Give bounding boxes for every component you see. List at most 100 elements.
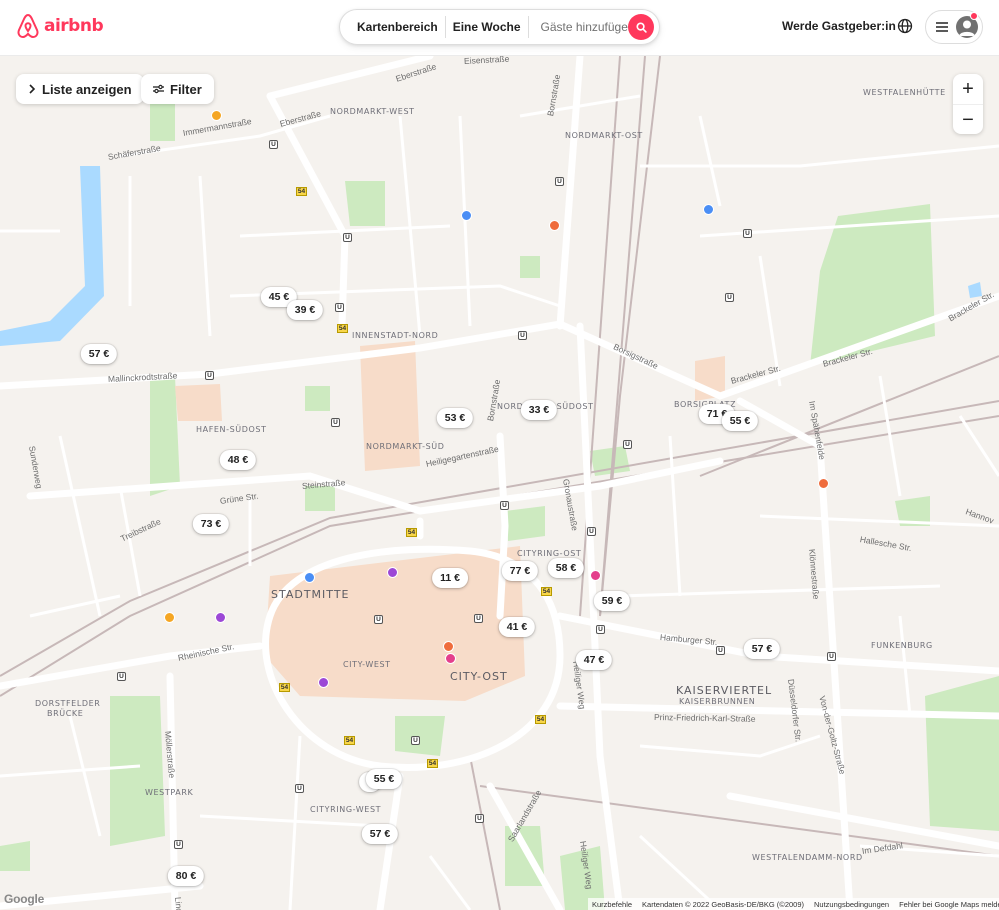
bar-icon[interactable] bbox=[445, 653, 456, 664]
attraction-icon[interactable] bbox=[215, 612, 226, 623]
district-label: KAISERBRUNNEN bbox=[679, 697, 756, 706]
map-area[interactable]: NORDMARKT-WEST NORDMARKT-OST WESTFALENHÜ… bbox=[0, 56, 999, 910]
price-pin[interactable]: 57 € bbox=[361, 824, 399, 844]
attraction-icon[interactable] bbox=[387, 567, 398, 578]
route-shield: 54 bbox=[406, 528, 417, 537]
district-label: CITYRING-OST bbox=[517, 549, 582, 558]
restaurant-icon[interactable] bbox=[818, 478, 829, 489]
price-pin[interactable]: 33 € bbox=[520, 400, 558, 420]
top-header: airbnb Kartenbereich Eine Woche Gäste hi… bbox=[0, 0, 999, 56]
route-shield: 54 bbox=[279, 683, 290, 692]
show-list-label: Liste anzeigen bbox=[42, 81, 132, 97]
ubahn-station-icon[interactable]: U bbox=[518, 331, 527, 340]
ubahn-station-icon[interactable]: U bbox=[596, 625, 605, 634]
district-label: NORDMARKT-WEST bbox=[330, 107, 415, 116]
ubahn-station-icon[interactable]: U bbox=[827, 652, 836, 661]
price-pin[interactable]: 59 € bbox=[593, 591, 631, 611]
district-label: CITY-WEST bbox=[343, 660, 391, 669]
cafe-icon[interactable] bbox=[211, 110, 222, 121]
ubahn-station-icon[interactable]: U bbox=[411, 736, 420, 745]
price-pin[interactable]: 11 € bbox=[432, 568, 468, 588]
ubahn-station-icon[interactable]: U bbox=[500, 501, 509, 510]
price-pin[interactable]: 41 € bbox=[498, 617, 536, 637]
price-pin[interactable]: 39 € bbox=[286, 300, 324, 320]
district-label: KAISERVIERTEL bbox=[676, 684, 773, 697]
route-shield: 54 bbox=[337, 324, 348, 333]
ubahn-station-icon[interactable]: U bbox=[474, 614, 483, 623]
district-label: WESTFALENHÜTTE bbox=[863, 88, 946, 97]
map-data-text: Kartendaten © 2022 GeoBasis-DE/BKG (©200… bbox=[642, 899, 805, 909]
shopping-icon[interactable] bbox=[703, 204, 714, 215]
ubahn-station-icon[interactable]: U bbox=[174, 840, 183, 849]
zoom-control: + − bbox=[953, 74, 983, 134]
museum-icon[interactable] bbox=[318, 677, 329, 688]
price-pin[interactable]: 55 € bbox=[365, 769, 403, 789]
filter-button[interactable]: Filter bbox=[141, 74, 214, 104]
shopping-icon[interactable] bbox=[461, 210, 472, 221]
ubahn-station-icon[interactable]: U bbox=[623, 440, 632, 449]
search-icon bbox=[635, 21, 647, 33]
district-label: STADTMITTE bbox=[271, 588, 350, 601]
route-shield: 54 bbox=[427, 759, 438, 768]
ubahn-station-icon[interactable]: U bbox=[343, 233, 352, 242]
ubahn-station-icon[interactable]: U bbox=[725, 293, 734, 302]
ubahn-station-icon[interactable]: U bbox=[335, 303, 344, 312]
ubahn-station-icon[interactable]: U bbox=[716, 646, 725, 655]
map-base-layer bbox=[0, 56, 999, 910]
district-label: WESTPARK bbox=[145, 788, 194, 797]
search-guests[interactable]: Gäste hinzufügen bbox=[529, 20, 643, 34]
price-pin[interactable]: 57 € bbox=[743, 639, 781, 659]
globe-icon[interactable] bbox=[896, 17, 914, 35]
keyboard-shortcuts-link[interactable]: Kurzbefehle bbox=[592, 900, 632, 909]
become-host-link[interactable]: Werde Gastgeber:in bbox=[782, 19, 896, 33]
district-label: NORDMARKT-OST bbox=[565, 131, 643, 140]
search-location[interactable]: Kartenbereich bbox=[350, 20, 445, 34]
show-list-button[interactable]: Liste anzeigen bbox=[16, 74, 144, 104]
price-pin[interactable]: 73 € bbox=[192, 514, 230, 534]
district-label: FUNKENBURG bbox=[871, 641, 933, 650]
ubahn-station-icon[interactable]: U bbox=[587, 527, 596, 536]
price-pin[interactable]: 80 € bbox=[167, 866, 205, 886]
ubahn-station-icon[interactable]: U bbox=[295, 784, 304, 793]
terms-link[interactable]: Nutzungsbedingungen bbox=[814, 900, 889, 909]
search-bar[interactable]: Kartenbereich Eine Woche Gäste hinzufüge… bbox=[339, 9, 660, 45]
district-label: BRÜCKE bbox=[47, 709, 84, 718]
ubahn-station-icon[interactable]: U bbox=[475, 814, 484, 823]
zoom-in-button[interactable]: + bbox=[953, 74, 983, 104]
price-pin[interactable]: 55 € bbox=[721, 411, 759, 431]
ubahn-station-icon[interactable]: U bbox=[117, 672, 126, 681]
filter-label: Filter bbox=[170, 81, 202, 97]
ubahn-station-icon[interactable]: U bbox=[374, 615, 383, 624]
search-dates[interactable]: Eine Woche bbox=[446, 20, 528, 34]
ubahn-station-icon[interactable]: U bbox=[743, 229, 752, 238]
brand-name: airbnb bbox=[44, 16, 104, 36]
bar-icon[interactable] bbox=[590, 570, 601, 581]
price-pin[interactable]: 57 € bbox=[80, 344, 118, 364]
ubahn-station-icon[interactable]: U bbox=[205, 371, 214, 380]
search-button[interactable] bbox=[628, 14, 654, 40]
price-pin[interactable]: 48 € bbox=[219, 450, 257, 470]
zoom-out-button[interactable]: − bbox=[953, 105, 983, 135]
google-logo[interactable]: Google bbox=[4, 892, 44, 906]
price-pin[interactable]: 77 € bbox=[501, 561, 539, 581]
menu-icon bbox=[936, 22, 948, 32]
route-shield: 54 bbox=[541, 587, 552, 596]
route-shield: 54 bbox=[296, 187, 307, 196]
restaurant-icon[interactable] bbox=[443, 641, 454, 652]
street-label: Prinz-Friedrich-Karl-Straße bbox=[653, 712, 756, 724]
district-label: CITYRING-WEST bbox=[310, 805, 382, 814]
price-pin[interactable]: 58 € bbox=[547, 558, 585, 578]
filter-icon bbox=[153, 84, 164, 94]
train-station-icon[interactable] bbox=[304, 572, 315, 583]
price-pin[interactable]: 53 € bbox=[436, 408, 474, 428]
ubahn-station-icon[interactable]: U bbox=[269, 140, 278, 149]
ubahn-station-icon[interactable]: U bbox=[331, 418, 340, 427]
ubahn-station-icon[interactable]: U bbox=[555, 177, 564, 186]
report-error-link[interactable]: Fehler bei Google Maps melden bbox=[899, 900, 999, 909]
street-label: Lind bbox=[173, 896, 185, 910]
airbnb-logo[interactable]: airbnb bbox=[16, 13, 104, 39]
bar-icon[interactable] bbox=[164, 612, 175, 623]
district-label: HAFEN-SÜDOST bbox=[196, 425, 267, 434]
restaurant-icon[interactable] bbox=[549, 220, 560, 231]
price-pin[interactable]: 47 € bbox=[575, 650, 613, 670]
